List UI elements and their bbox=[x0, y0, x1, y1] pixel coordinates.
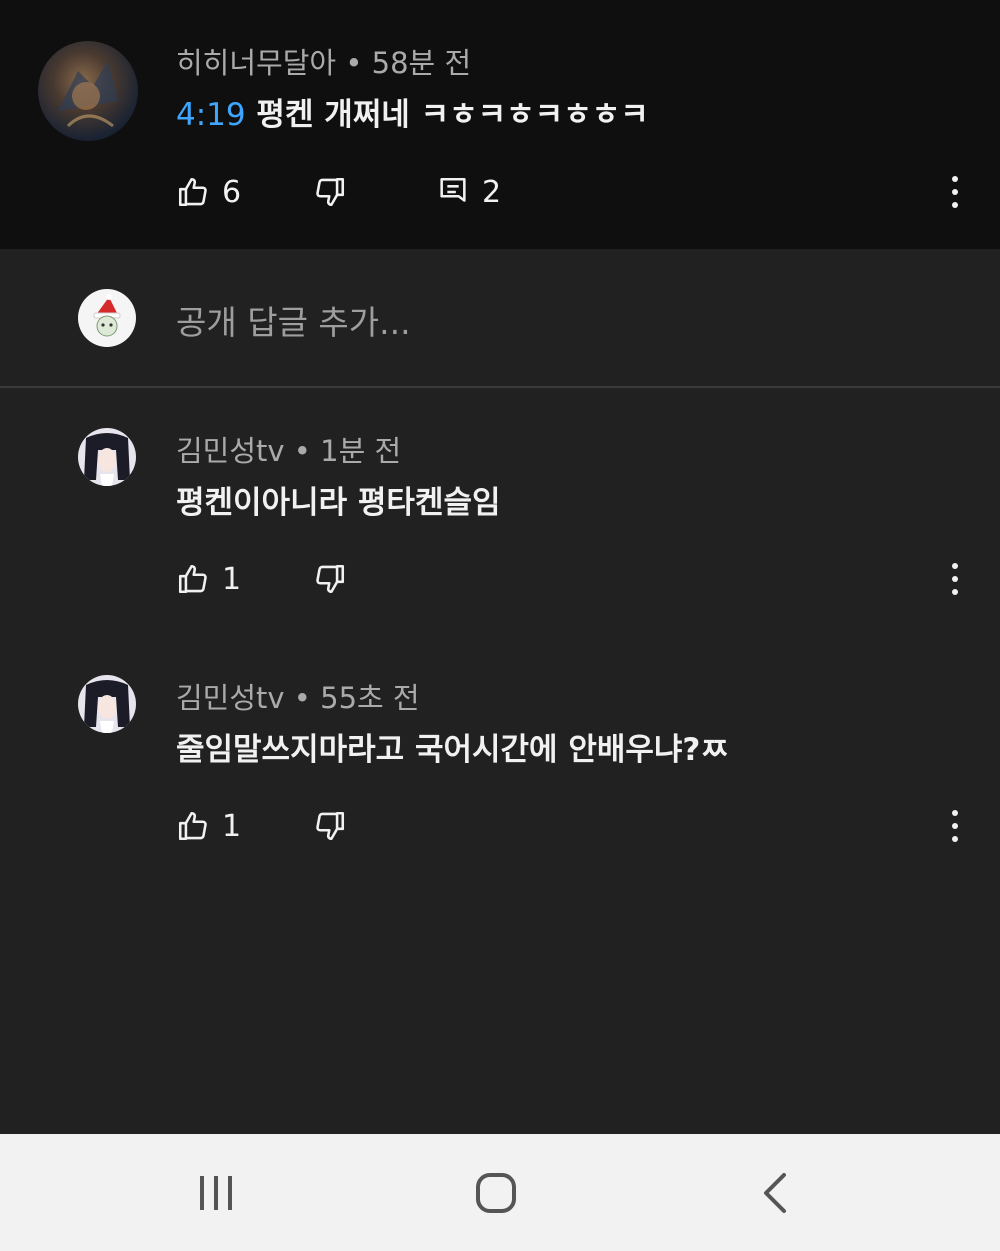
like-count: 6 bbox=[222, 174, 242, 210]
dislike-button[interactable] bbox=[313, 806, 347, 846]
like-count: 1 bbox=[222, 561, 242, 597]
comment-icon bbox=[440, 177, 466, 202]
comment-text: 4:19 평켄 개쩌네 ㅋㅎㅋㅎㅋㅎㅎㅋ bbox=[176, 89, 649, 134]
reply-row bbox=[0, 250, 1000, 386]
reply-meta: 김민성tv • 55초 전 bbox=[176, 675, 420, 717]
meta-separator: • bbox=[345, 46, 363, 80]
reply-avatar[interactable] bbox=[78, 675, 136, 733]
avatar[interactable] bbox=[38, 41, 138, 141]
like-button[interactable]: 6 bbox=[176, 172, 241, 212]
thumbs-up-icon bbox=[178, 177, 207, 207]
home-button[interactable] bbox=[456, 1134, 536, 1251]
timestamp-link[interactable]: 4:19 bbox=[176, 97, 246, 133]
reply-author[interactable]: 김민성tv bbox=[176, 681, 285, 715]
system-navbar bbox=[0, 1134, 1000, 1251]
back-button[interactable] bbox=[736, 1134, 816, 1251]
home-icon bbox=[476, 1172, 516, 1213]
recents-button[interactable] bbox=[176, 1134, 256, 1251]
divider bbox=[0, 386, 1000, 388]
thumbs-down-icon bbox=[316, 177, 345, 207]
back-icon bbox=[764, 1172, 786, 1213]
more-vert-icon[interactable] bbox=[940, 559, 970, 599]
comment-age: 58분 전 bbox=[371, 46, 472, 80]
recents-icon bbox=[200, 1175, 232, 1210]
comment-author[interactable]: 히히너무달아 bbox=[176, 46, 336, 80]
more-vert-icon[interactable] bbox=[940, 806, 970, 846]
reply-age: 55초 전 bbox=[320, 681, 420, 715]
comment-meta: 히히너무달아 • 58분 전 bbox=[176, 40, 471, 82]
thumbs-down-icon bbox=[316, 564, 345, 594]
like-button[interactable]: 1 bbox=[176, 806, 241, 846]
top-comment: 히히너무달아 • 58분 전 4:19 평켄 개쩌네 ㅋㅎㅋㅎㅋㅎㅎㅋ 6 2 bbox=[0, 0, 1000, 249]
reply-count: 2 bbox=[482, 174, 502, 210]
meta-separator: • bbox=[293, 434, 311, 468]
reply-input[interactable]: 공개 답글 추가... bbox=[176, 296, 411, 344]
comment-body: 평켄 개쩌네 ㅋㅎㅋㅎㅋㅎㅎㅋ bbox=[256, 97, 649, 133]
like-count: 1 bbox=[222, 808, 242, 844]
current-user-avatar bbox=[78, 289, 136, 347]
reply-meta: 김민성tv • 1분 전 bbox=[176, 428, 401, 470]
meta-separator: • bbox=[293, 681, 311, 715]
reply-text: 평켄이아니라 평타켄슬임 bbox=[176, 485, 501, 521]
more-vert-icon[interactable] bbox=[940, 172, 970, 212]
reply-author[interactable]: 김민성tv bbox=[176, 434, 285, 468]
thumbs-down-icon bbox=[316, 811, 345, 841]
dislike-button[interactable] bbox=[313, 559, 347, 599]
reply-age: 1분 전 bbox=[320, 434, 402, 468]
thumbs-up-icon bbox=[178, 811, 207, 841]
dislike-button[interactable] bbox=[313, 172, 347, 212]
reply-avatar[interactable] bbox=[78, 428, 136, 486]
thumbs-up-icon bbox=[178, 564, 207, 594]
replies-button[interactable]: 2 bbox=[436, 172, 501, 212]
like-button[interactable]: 1 bbox=[176, 559, 241, 599]
reply-text: 줄임말쓰지마라고 국어시간에 안배우냐?ㅉ bbox=[176, 732, 729, 768]
